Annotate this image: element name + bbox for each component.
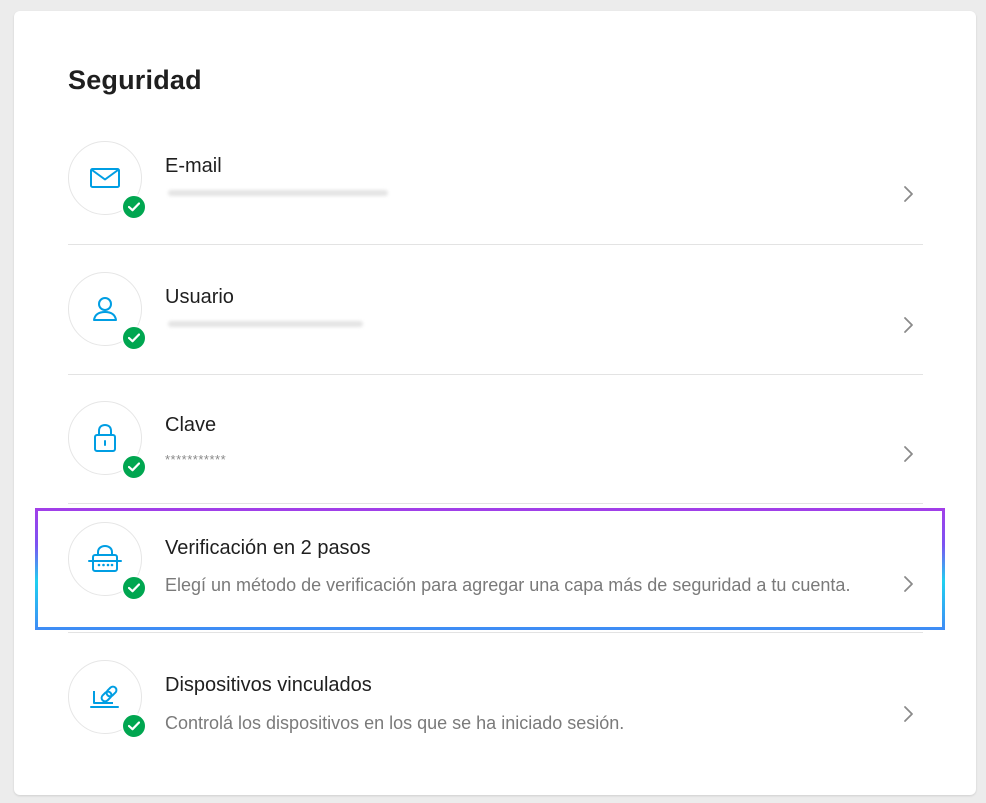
devices-icon-badge [68,660,147,739]
divider [68,503,923,504]
chevron-right-icon [904,186,913,202]
item-title: Usuario [165,286,234,308]
divider [68,374,923,375]
security-item-email[interactable]: E-mail [68,140,923,245]
envelope-icon [90,168,120,188]
masked-password: *********** [165,452,227,467]
item-title: E-mail [165,155,222,177]
keypad-lock-icon [88,544,122,572]
item-title: Verificación en 2 pasos [165,537,371,559]
email-icon-badge [68,141,147,220]
security-item-user[interactable]: Usuario [68,271,923,376]
redacted-email-value [168,190,388,196]
item-title: Clave [165,414,217,436]
user-icon-badge [68,272,147,351]
item-description: Controlá los dispositivos en los que se … [165,713,625,733]
two-step-icon-badge [68,522,147,601]
security-item-two-step-verification[interactable]: Verificación en 2 pasos Elegí un método … [68,521,923,631]
verified-check-icon [121,454,147,480]
security-card: Seguridad E-mail Usuario Clave *********… [14,11,976,795]
divider [68,632,923,633]
verified-check-icon [121,194,147,220]
verified-check-icon [121,575,147,601]
password-icon-badge [68,401,147,480]
linked-device-icon [90,685,119,708]
verified-check-icon [121,325,147,351]
redacted-user-value [168,321,363,327]
lock-icon [94,423,116,452]
chevron-right-icon [904,317,913,333]
security-item-password[interactable]: Clave *********** [68,400,923,505]
user-icon [93,297,117,321]
chevron-right-icon [904,576,913,592]
page-title: Seguridad [68,65,202,95]
verified-check-icon [121,713,147,739]
item-description: Elegí un método de verificación para agr… [165,575,851,595]
chevron-right-icon [904,706,913,722]
divider [68,244,923,245]
item-title: Dispositivos vinculados [165,674,372,696]
chevron-right-icon [904,446,913,462]
security-item-linked-devices[interactable]: Dispositivos vinculados Controlá los dis… [68,659,923,764]
